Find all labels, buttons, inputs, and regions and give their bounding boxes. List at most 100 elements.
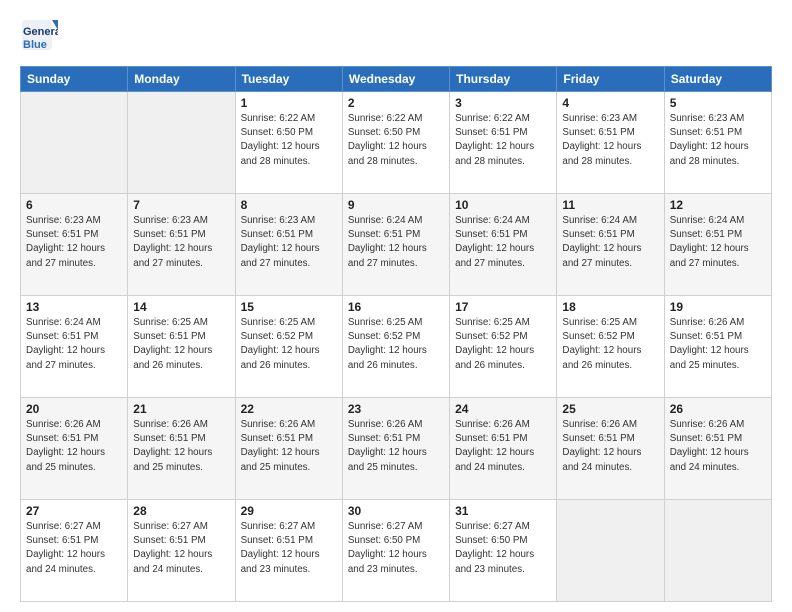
day-number: 13	[26, 300, 122, 314]
calendar-table: SundayMondayTuesdayWednesdayThursdayFrid…	[20, 66, 772, 602]
calendar-cell: 26 Sunrise: 6:26 AM Sunset: 6:51 PM Dayli…	[664, 398, 771, 500]
header: General Blue	[20, 18, 772, 56]
day-number: 21	[133, 402, 229, 416]
day-info: Sunrise: 6:27 AM Sunset: 6:51 PM Dayligh…	[241, 520, 337, 577]
calendar-cell	[21, 92, 128, 194]
week-row-3: 13 Sunrise: 6:24 AM Sunset: 6:51 PM Dayli…	[21, 296, 772, 398]
day-number: 28	[133, 504, 229, 518]
day-number: 31	[455, 504, 551, 518]
calendar-cell: 21 Sunrise: 6:26 AM Sunset: 6:51 PM Dayli…	[128, 398, 235, 500]
calendar-cell: 8 Sunrise: 6:23 AM Sunset: 6:51 PM Daylig…	[235, 194, 342, 296]
day-number: 16	[348, 300, 444, 314]
calendar-header-row: SundayMondayTuesdayWednesdayThursdayFrid…	[21, 67, 772, 92]
header-saturday: Saturday	[664, 67, 771, 92]
day-info: Sunrise: 6:24 AM Sunset: 6:51 PM Dayligh…	[455, 214, 551, 271]
day-number: 29	[241, 504, 337, 518]
calendar-cell	[664, 500, 771, 602]
day-number: 22	[241, 402, 337, 416]
calendar-cell: 24 Sunrise: 6:26 AM Sunset: 6:51 PM Dayli…	[450, 398, 557, 500]
day-info: Sunrise: 6:26 AM Sunset: 6:51 PM Dayligh…	[241, 418, 337, 475]
day-number: 27	[26, 504, 122, 518]
calendar-cell: 31 Sunrise: 6:27 AM Sunset: 6:50 PM Dayli…	[450, 500, 557, 602]
day-number: 11	[562, 198, 658, 212]
logo-svg: General Blue	[20, 18, 58, 56]
calendar-cell: 7Sunrise: 6:23 AM Sunset: 6:51 PM Daylig…	[128, 194, 235, 296]
day-number: 24	[455, 402, 551, 416]
calendar-cell: 16 Sunrise: 6:25 AM Sunset: 6:52 PM Dayli…	[342, 296, 449, 398]
day-info: Sunrise: 6:25 AM Sunset: 6:51 PM Dayligh…	[133, 316, 229, 373]
day-number: 12	[670, 198, 766, 212]
calendar-cell: 12 Sunrise: 6:24 AM Sunset: 6:51 PM Dayli…	[664, 194, 771, 296]
calendar-cell: 5 Sunrise: 6:23 AM Sunset: 6:51 PM Daylig…	[664, 92, 771, 194]
day-info: Sunrise: 6:23 AM Sunset: 6:51 PM Dayligh…	[670, 112, 766, 169]
calendar-cell: 29 Sunrise: 6:27 AM Sunset: 6:51 PM Dayli…	[235, 500, 342, 602]
week-row-4: 20 Sunrise: 6:26 AM Sunset: 6:51 PM Dayli…	[21, 398, 772, 500]
day-info: Sunrise: 6:26 AM Sunset: 6:51 PM Dayligh…	[348, 418, 444, 475]
svg-text:General: General	[23, 26, 58, 38]
day-info: Sunrise: 6:24 AM Sunset: 6:51 PM Dayligh…	[26, 316, 122, 373]
day-info: Sunrise: 6:26 AM Sunset: 6:51 PM Dayligh…	[562, 418, 658, 475]
calendar-cell: 22 Sunrise: 6:26 AM Sunset: 6:51 PM Dayli…	[235, 398, 342, 500]
day-number: 26	[670, 402, 766, 416]
svg-text:Blue: Blue	[23, 39, 47, 51]
day-info: Sunrise: 6:24 AM Sunset: 6:51 PM Dayligh…	[348, 214, 444, 271]
header-thursday: Thursday	[450, 67, 557, 92]
day-info: Sunrise: 6:23 AM Sunset: 6:51 PM Dayligh…	[241, 214, 337, 271]
calendar-cell	[557, 500, 664, 602]
day-info: Sunrise: 6:26 AM Sunset: 6:51 PM Dayligh…	[133, 418, 229, 475]
calendar-cell: 13 Sunrise: 6:24 AM Sunset: 6:51 PM Dayli…	[21, 296, 128, 398]
logo: General Blue	[20, 18, 58, 56]
calendar-cell: 6Sunrise: 6:23 AM Sunset: 6:51 PM Daylig…	[21, 194, 128, 296]
calendar-cell: 25Sunrise: 6:26 AM Sunset: 6:51 PM Dayli…	[557, 398, 664, 500]
day-info: Sunrise: 6:27 AM Sunset: 6:51 PM Dayligh…	[133, 520, 229, 577]
day-number: 5	[670, 96, 766, 110]
day-info: Sunrise: 6:27 AM Sunset: 6:50 PM Dayligh…	[348, 520, 444, 577]
day-info: Sunrise: 6:26 AM Sunset: 6:51 PM Dayligh…	[670, 418, 766, 475]
day-number: 20	[26, 402, 122, 416]
week-row-1: 1Sunrise: 6:22 AM Sunset: 6:50 PM Daylig…	[21, 92, 772, 194]
day-number: 9	[348, 198, 444, 212]
day-info: Sunrise: 6:25 AM Sunset: 6:52 PM Dayligh…	[562, 316, 658, 373]
day-info: Sunrise: 6:23 AM Sunset: 6:51 PM Dayligh…	[562, 112, 658, 169]
calendar-cell: 1Sunrise: 6:22 AM Sunset: 6:50 PM Daylig…	[235, 92, 342, 194]
day-number: 3	[455, 96, 551, 110]
calendar-cell: 11 Sunrise: 6:24 AM Sunset: 6:51 PM Dayli…	[557, 194, 664, 296]
calendar-cell: 10 Sunrise: 6:24 AM Sunset: 6:51 PM Dayli…	[450, 194, 557, 296]
day-number: 10	[455, 198, 551, 212]
day-number: 8	[241, 198, 337, 212]
calendar-cell: 28 Sunrise: 6:27 AM Sunset: 6:51 PM Dayli…	[128, 500, 235, 602]
day-info: Sunrise: 6:26 AM Sunset: 6:51 PM Dayligh…	[455, 418, 551, 475]
day-info: Sunrise: 6:22 AM Sunset: 6:51 PM Dayligh…	[455, 112, 551, 169]
calendar-cell: 4 Sunrise: 6:23 AM Sunset: 6:51 PM Daylig…	[557, 92, 664, 194]
day-number: 30	[348, 504, 444, 518]
day-info: Sunrise: 6:25 AM Sunset: 6:52 PM Dayligh…	[455, 316, 551, 373]
calendar-cell: 3 Sunrise: 6:22 AM Sunset: 6:51 PM Daylig…	[450, 92, 557, 194]
day-number: 17	[455, 300, 551, 314]
header-sunday: Sunday	[21, 67, 128, 92]
calendar-cell: 15 Sunrise: 6:25 AM Sunset: 6:52 PM Dayli…	[235, 296, 342, 398]
day-number: 7	[133, 198, 229, 212]
calendar-cell: 18 Sunrise: 6:25 AM Sunset: 6:52 PM Dayli…	[557, 296, 664, 398]
calendar-cell: 14 Sunrise: 6:25 AM Sunset: 6:51 PM Dayli…	[128, 296, 235, 398]
header-friday: Friday	[557, 67, 664, 92]
day-info: Sunrise: 6:22 AM Sunset: 6:50 PM Dayligh…	[348, 112, 444, 169]
day-number: 4	[562, 96, 658, 110]
week-row-5: 27 Sunrise: 6:27 AM Sunset: 6:51 PM Dayli…	[21, 500, 772, 602]
day-number: 14	[133, 300, 229, 314]
day-info: Sunrise: 6:25 AM Sunset: 6:52 PM Dayligh…	[348, 316, 444, 373]
day-info: Sunrise: 6:27 AM Sunset: 6:50 PM Dayligh…	[455, 520, 551, 577]
header-tuesday: Tuesday	[235, 67, 342, 92]
week-row-2: 6 Sunrise: 6:23 AM Sunset: 6:51 PM Daylig…	[21, 194, 772, 296]
day-info: Sunrise: 6:24 AM Sunset: 6:51 PM Dayligh…	[670, 214, 766, 271]
day-info: Sunrise: 6:25 AM Sunset: 6:52 PM Dayligh…	[241, 316, 337, 373]
day-number: 15	[241, 300, 337, 314]
day-number: 18	[562, 300, 658, 314]
day-number: 23	[348, 402, 444, 416]
day-info: Sunrise: 6:24 AM Sunset: 6:51 PM Dayligh…	[562, 214, 658, 271]
header-monday: Monday	[128, 67, 235, 92]
day-number: 2	[348, 96, 444, 110]
calendar-cell: 17 Sunrise: 6:25 AM Sunset: 6:52 PM Dayli…	[450, 296, 557, 398]
day-number: 6	[26, 198, 122, 212]
page: General Blue SundayMondayTuesdayWednesda…	[0, 0, 792, 612]
calendar-cell	[128, 92, 235, 194]
